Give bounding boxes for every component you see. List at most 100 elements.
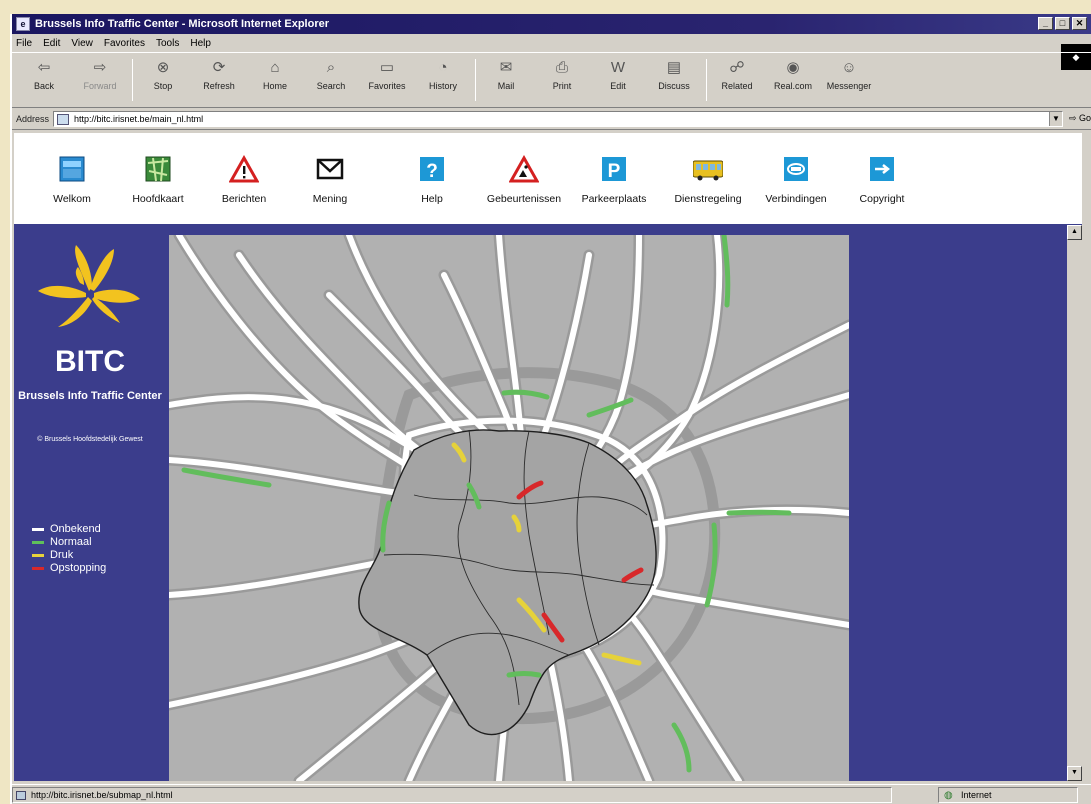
menu-bar: File Edit View Favorites Tools Help bbox=[12, 34, 1091, 52]
nav-label: Berichten bbox=[221, 193, 267, 205]
toolbar-label: Print bbox=[552, 81, 572, 91]
nav-item-welkom[interactable]: Welkom bbox=[32, 155, 112, 205]
toolbar-separator bbox=[132, 59, 133, 101]
home-icon: ⌂ bbox=[270, 58, 280, 76]
legend-swatch bbox=[32, 554, 44, 557]
sidebar: BITC Brussels Info Traffic Center © Brus… bbox=[14, 225, 166, 781]
nav-item-gebeurtenissen[interactable]: Gebeurtenissen bbox=[484, 155, 564, 205]
search-icon: ⌕ bbox=[326, 58, 336, 76]
refresh-icon: ⟳ bbox=[212, 59, 226, 76]
scroll-down-icon[interactable]: ▼ bbox=[1067, 766, 1082, 781]
toolbar-label: Search bbox=[316, 81, 346, 91]
brand-subtitle: Brussels Info Traffic Center bbox=[18, 390, 162, 402]
nav-item-verbindingen[interactable]: Verbindingen bbox=[756, 155, 836, 205]
copyright-icon bbox=[867, 155, 897, 183]
envelope-icon bbox=[315, 155, 345, 183]
toolbar-label: Real.com bbox=[773, 81, 812, 91]
toolbar-label: Home bbox=[262, 81, 287, 91]
toolbar-refresh-button[interactable]: ⟳ Refresh bbox=[195, 53, 243, 91]
toolbar-stop-button[interactable]: ⊗ Stop bbox=[139, 53, 187, 91]
legend-label: Opstopping bbox=[50, 562, 107, 574]
nav-item-help[interactable]: ? Help bbox=[392, 155, 472, 205]
toolbar-separator bbox=[475, 59, 476, 101]
maximize-button[interactable]: □ bbox=[1055, 17, 1070, 30]
nav-item-hoofdkaart[interactable]: Hoofdkaart bbox=[118, 155, 198, 205]
menu-favorites[interactable]: Favorites bbox=[104, 38, 145, 49]
toolbar-edit-button[interactable]: W Edit bbox=[594, 53, 642, 92]
parking-icon: P bbox=[599, 155, 629, 183]
title-bar: e Brussels Info Traffic Center - Microso… bbox=[12, 14, 1091, 34]
nav-label: Hoofdkaart bbox=[132, 193, 184, 205]
toolbar-label: Favorites bbox=[368, 81, 406, 91]
go-button[interactable]: ⇨ Go bbox=[1069, 113, 1091, 124]
edit-icon: W bbox=[610, 58, 626, 76]
menu-edit[interactable]: Edit bbox=[43, 38, 60, 49]
globe-icon: ◍ bbox=[944, 789, 953, 801]
toolbar-label: Mail bbox=[497, 81, 515, 91]
nav-label: Dienstregeling bbox=[674, 193, 742, 205]
address-label: Address bbox=[16, 113, 50, 124]
toolbar-label: Forward bbox=[83, 81, 117, 91]
page-icon bbox=[57, 113, 70, 125]
warning-triangle-icon bbox=[229, 155, 259, 183]
legend-item: Opstopping bbox=[32, 562, 106, 575]
menu-file[interactable]: File bbox=[16, 38, 32, 49]
toolbar-favorites-button[interactable]: ▭ Favorites bbox=[363, 53, 411, 91]
browser-icon: e bbox=[16, 17, 30, 31]
stop-icon: ⊗ bbox=[156, 59, 170, 76]
roadworks-icon bbox=[509, 155, 539, 183]
realcom-icon: ◉ bbox=[786, 59, 800, 76]
main-map-icon bbox=[143, 155, 173, 183]
address-input[interactable]: http://bitc.irisnet.be/main_nl.html ▼ bbox=[53, 110, 1063, 127]
toolbar-related-button[interactable]: ☍ Related bbox=[713, 53, 761, 91]
mail-icon: ✉ bbox=[499, 59, 513, 76]
toolbar-label: Messenger bbox=[826, 81, 872, 91]
toolbar-forward-button[interactable]: ⇨ Forward bbox=[76, 53, 124, 91]
toolbar-label: History bbox=[428, 81, 457, 91]
favorites-icon: ▭ bbox=[379, 59, 395, 76]
legend-label: Druk bbox=[50, 549, 74, 561]
traffic-legend: Onbekend Normaal Druk Opstopping bbox=[32, 523, 106, 575]
menu-view[interactable]: View bbox=[71, 38, 93, 49]
toolbar-history-button[interactable]: ◔ History bbox=[419, 53, 467, 92]
road-network bbox=[169, 235, 849, 781]
close-button[interactable]: ✕ bbox=[1072, 17, 1087, 30]
window-title: Brussels Info Traffic Center - Microsoft… bbox=[35, 18, 330, 30]
toolbar-messenger-button[interactable]: ☺ Messenger bbox=[825, 53, 873, 92]
toolbar-realcom-button[interactable]: ◉ Real.com bbox=[769, 53, 817, 91]
scroll-up-icon[interactable]: ▲ bbox=[1067, 225, 1082, 240]
vertical-scrollbar[interactable]: ▲ ▼ bbox=[1067, 225, 1082, 781]
site-navigation: Welkom Hoofdkaart Berichten Mening ? Help Gebe… bbox=[14, 133, 1082, 225]
nav-label: Mening bbox=[312, 193, 348, 205]
page-viewport: Welkom Hoofdkaart Berichten Mening ? Help Gebe… bbox=[14, 133, 1082, 781]
toolbar-mail-button[interactable]: ✉ Mail bbox=[482, 53, 530, 91]
toolbar-home-button[interactable]: ⌂ Home bbox=[251, 53, 299, 92]
toolbar-back-button[interactable]: ⇦ Back bbox=[20, 53, 68, 91]
browser-window: e Brussels Info Traffic Center - Microso… bbox=[10, 14, 1091, 804]
status-bar: http://bitc.irisnet.be/submap_nl.html ◍ … bbox=[12, 784, 1091, 804]
back-arrow-icon: ⇦ bbox=[37, 59, 51, 76]
traffic-map[interactable] bbox=[169, 235, 849, 781]
legend-swatch bbox=[32, 528, 44, 531]
welcome-icon bbox=[57, 155, 87, 183]
nav-item-mening[interactable]: Mening bbox=[290, 155, 370, 205]
nav-item-dienstregeling[interactable]: Dienstregeling bbox=[668, 155, 748, 205]
toolbar-label: Refresh bbox=[203, 81, 235, 91]
nav-item-parkeerplaats[interactable]: P Parkeerplaats bbox=[574, 155, 654, 205]
menu-help[interactable]: Help bbox=[190, 38, 211, 49]
nav-label: Copyright bbox=[859, 193, 905, 205]
security-zone-panel: ◍ Internet bbox=[938, 786, 1078, 803]
print-icon: ⎙ bbox=[555, 58, 568, 76]
toolbar-search-button[interactable]: ⌕ Search bbox=[307, 53, 355, 92]
menu-tools[interactable]: Tools bbox=[156, 38, 179, 49]
legend-swatch bbox=[32, 567, 44, 570]
minimize-button[interactable]: _ bbox=[1038, 17, 1053, 30]
toolbar-print-button[interactable]: ⎙ Print bbox=[538, 53, 586, 92]
nav-item-berichten[interactable]: Berichten bbox=[204, 155, 284, 205]
toolbar-discuss-button[interactable]: ▤ Discuss bbox=[650, 53, 698, 91]
toolbar-label: Back bbox=[33, 81, 54, 91]
nav-item-copyright[interactable]: Copyright bbox=[842, 155, 922, 205]
address-dropdown-icon[interactable]: ▼ bbox=[1048, 111, 1062, 126]
history-icon: ◔ bbox=[438, 58, 448, 76]
toolbar: ⇦ Back ⇨ Forward ⊗ Stop ⟳ Refresh ⌂ Home ⌕ Search ▭ F… bbox=[12, 52, 1091, 108]
